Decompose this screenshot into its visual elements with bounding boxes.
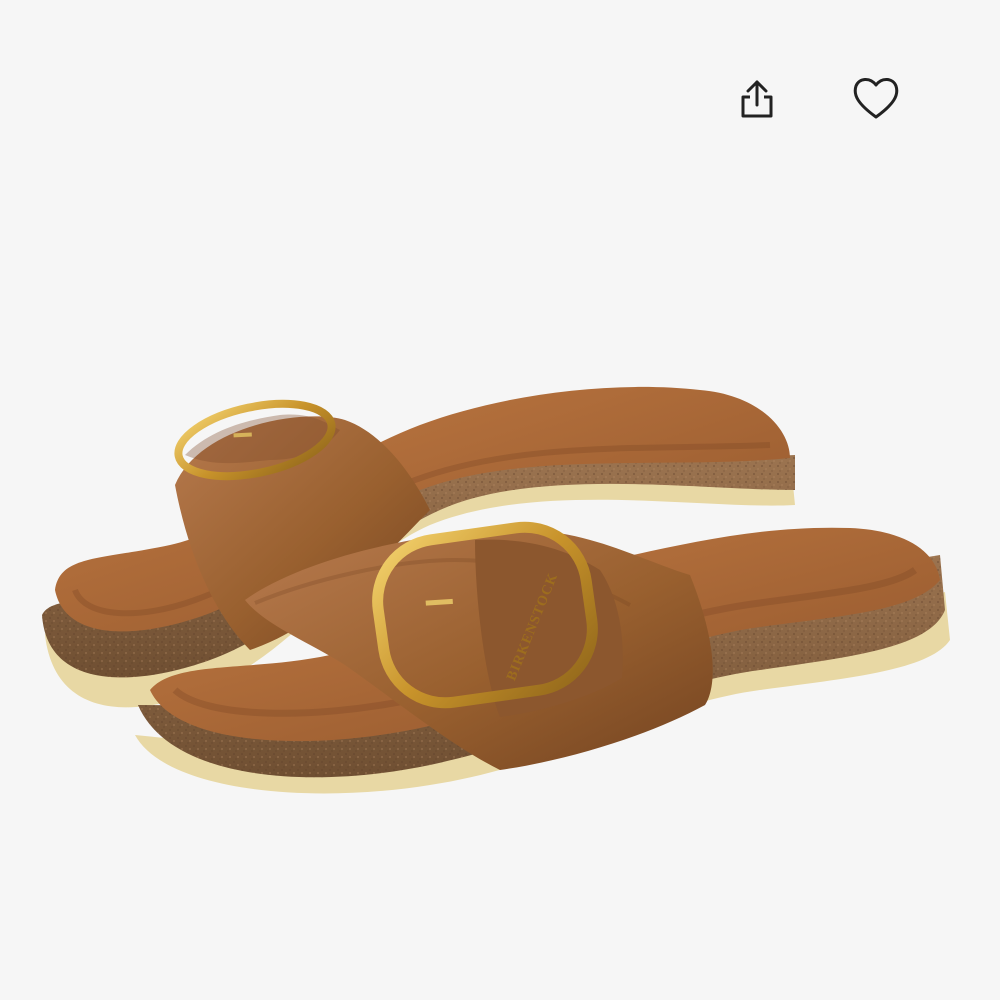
product-image-sandals: BIRKENSTOCK (42, 386, 950, 794)
share-icon (741, 80, 773, 118)
heart-icon (853, 78, 899, 119)
favorite-button[interactable] (846, 70, 906, 126)
product-image-viewer: BIRKENSTOCK (0, 0, 1000, 1000)
share-button[interactable] (732, 72, 782, 126)
